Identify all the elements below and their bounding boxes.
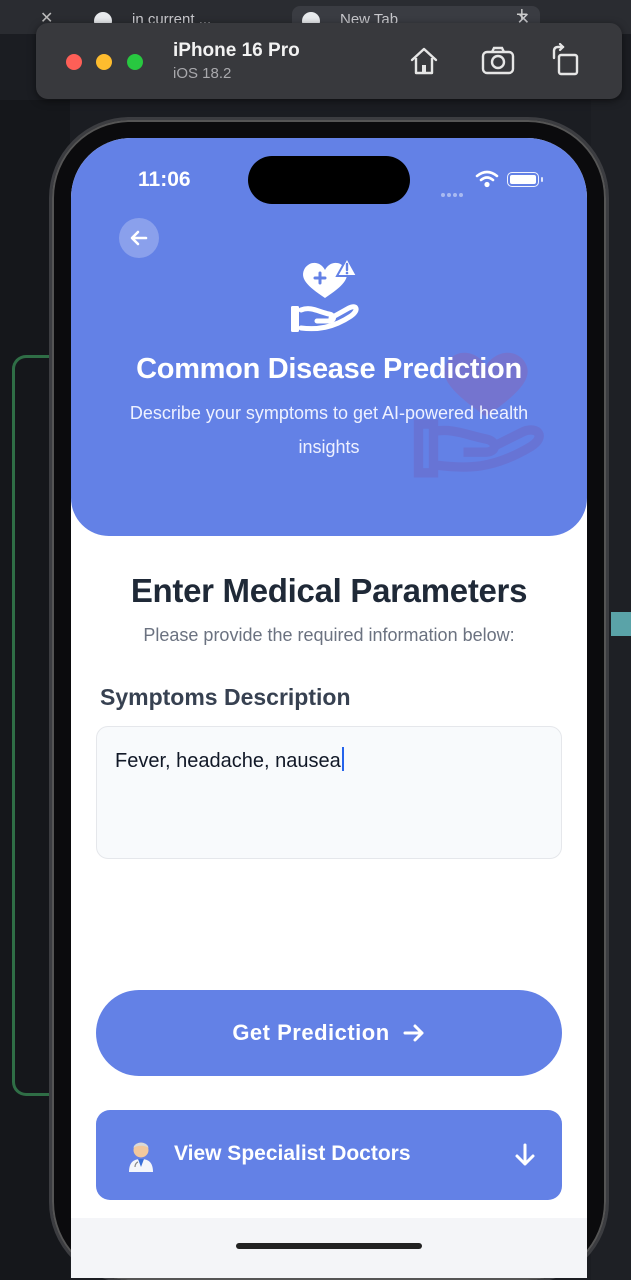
arrow-down-icon [515,1143,535,1166]
symptoms-value: Fever, headache, nausea [115,750,341,772]
view-specialist-doctors-button[interactable]: View Specialist Doctors [96,1110,562,1200]
symptoms-label: Symptoms Description [100,684,351,710]
battery-icon [507,172,543,187]
page-title: Common Disease Prediction [136,353,522,385]
get-prediction-button[interactable]: Get Prediction [96,990,562,1076]
app-screen: Common Disease Prediction Describe your … [71,138,587,1278]
get-prediction-label: Get Prediction [232,1020,390,1045]
status-time: 11:06 [138,168,191,191]
os-version: iOS 18.2 [173,65,232,82]
rotate-icon[interactable] [548,42,584,79]
heart-hand-warning-icon [291,255,359,332]
symptoms-input[interactable]: Fever, headache, nausea [96,726,562,859]
home-icon[interactable] [406,43,442,79]
home-indicator[interactable] [236,1243,422,1249]
arrow-right-icon [403,1024,424,1042]
wifi-icon [475,170,499,188]
simulator-toolbar: iPhone 16 Pro iOS 18.2 [36,23,622,99]
zoom-window-button[interactable] [127,54,143,70]
arrow-left-icon [130,230,148,246]
screenshot-icon[interactable] [480,43,516,79]
phone-frame: Common Disease Prediction Describe your … [52,120,606,1280]
close-window-button[interactable] [66,54,82,70]
form-title: Enter Medical Parameters [130,572,528,609]
view-specialist-doctors-label: View Specialist Doctors [174,1142,411,1165]
background-marker [611,612,631,636]
back-button[interactable] [119,218,159,258]
form-subtitle: Please provide the required information … [143,625,515,645]
signal-icon [441,184,467,197]
minimize-window-button[interactable] [96,54,112,70]
dynamic-island [248,156,410,204]
doctor-emoji [129,1142,153,1172]
page-subtitle: Describe your symptoms to get AI-powered… [129,403,529,457]
text-caret [341,747,344,771]
device-name: iPhone 16 Pro [173,40,300,61]
